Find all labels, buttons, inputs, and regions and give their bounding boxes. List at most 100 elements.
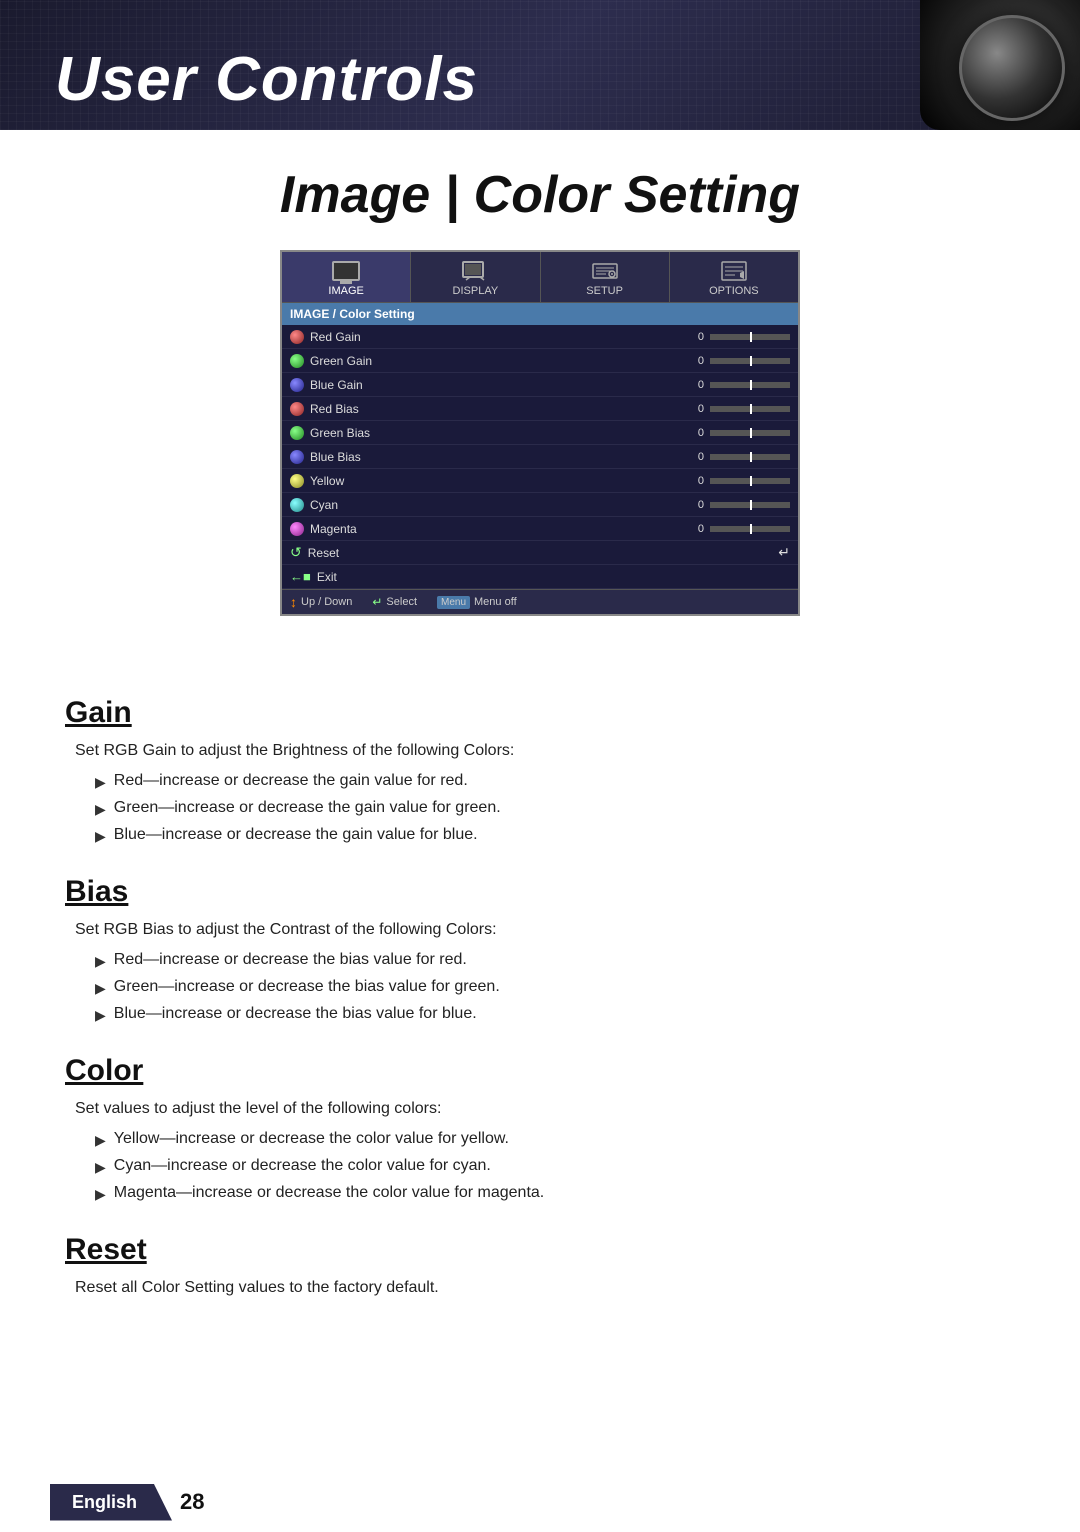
list-item: ▶ Magenta—increase or decrease the color…	[95, 1184, 1015, 1203]
green-gain-slider[interactable]	[710, 358, 790, 364]
color-section: Color Set values to adjust the level of …	[65, 1054, 1015, 1203]
blue-bias-slider[interactable]	[710, 454, 790, 460]
list-item: ▶ Blue—increase or decrease the bias val…	[95, 1005, 1015, 1024]
red-gain-slider[interactable]	[710, 334, 790, 340]
setup-icon	[590, 260, 620, 282]
menu-item-blue-bias[interactable]: Blue Bias 0	[282, 445, 798, 469]
blue-gain-slider[interactable]	[710, 382, 790, 388]
color-intro: Set values to adjust the level of the fo…	[75, 1100, 1015, 1118]
bias-bullet-green: Green—increase or decrease the bias valu…	[114, 978, 500, 996]
reset-section: Reset Reset all Color Setting values to …	[65, 1233, 1015, 1297]
gain-section: Gain Set RGB Gain to adjust the Brightne…	[65, 696, 1015, 845]
menu-tab-bar: IMAGE DISPLAY	[282, 252, 798, 303]
menu-status-bar: ↕ Up / Down ↵ Select Menu Menu off	[282, 589, 798, 614]
list-item: ▶ Blue—increase or decrease the gain val…	[95, 826, 1015, 845]
bullet-arrow-icon: ▶	[95, 1007, 106, 1024]
green-bias-value: 0	[684, 427, 704, 439]
menu-item-reset[interactable]: ↺ Reset ↵	[282, 541, 798, 565]
green-gain-label: Green Gain	[310, 354, 684, 368]
reset-intro: Reset all Color Setting values to the fa…	[75, 1279, 1015, 1297]
menu-item-red-bias[interactable]: Red Bias 0	[282, 397, 798, 421]
list-item: ▶ Yellow—increase or decrease the color …	[95, 1130, 1015, 1149]
gain-bullet-list: ▶ Red—increase or decrease the gain valu…	[95, 772, 1015, 845]
color-bullet-cyan: Cyan—increase or decrease the color valu…	[114, 1157, 491, 1175]
bullet-arrow-icon: ▶	[95, 1132, 106, 1149]
menu-section-header: IMAGE / Color Setting	[282, 303, 798, 325]
bullet-arrow-icon: ▶	[95, 801, 106, 818]
color-title: Color	[65, 1054, 1015, 1088]
bullet-arrow-icon: ▶	[95, 828, 106, 845]
menu-item-exit[interactable]: ←■ Exit	[282, 565, 798, 589]
red-bias-value: 0	[684, 403, 704, 415]
language-badge: English	[50, 1484, 172, 1521]
menu-item-blue-gain[interactable]: Blue Gain 0	[282, 373, 798, 397]
enter-icon: ↵	[778, 544, 790, 561]
red-bias-label: Red Bias	[310, 402, 684, 416]
gain-bullet-green: Green—increase or decrease the gain valu…	[114, 799, 501, 817]
bias-bullet-red: Red—increase or decrease the bias value …	[114, 951, 467, 969]
reset-icon: ↺	[290, 544, 302, 561]
bullet-arrow-icon: ▶	[95, 774, 106, 791]
green-gain-value: 0	[684, 355, 704, 367]
status-select: ↵ Select	[372, 594, 417, 610]
cyan-slider[interactable]	[710, 502, 790, 508]
menu-item-cyan[interactable]: Cyan 0	[282, 493, 798, 517]
magenta-dot	[290, 522, 304, 536]
blue-bias-dot	[290, 450, 304, 464]
page-footer: English 28	[0, 1472, 1080, 1532]
list-item: ▶ Green—increase or decrease the gain va…	[95, 799, 1015, 818]
bias-section: Bias Set RGB Bias to adjust the Contrast…	[65, 875, 1015, 1024]
tab-display-label: DISPLAY	[453, 285, 499, 297]
gain-title: Gain	[65, 696, 1015, 730]
red-bias-dot	[290, 402, 304, 416]
blue-bias-label: Blue Bias	[310, 450, 684, 464]
blue-gain-value: 0	[684, 379, 704, 391]
camera-lens-decoration	[920, 0, 1080, 130]
reset-label: Reset	[308, 546, 779, 560]
menu-label: Menu	[437, 596, 470, 609]
content-area: Gain Set RGB Gain to adjust the Brightne…	[0, 656, 1080, 1349]
language-label: English	[72, 1492, 137, 1512]
tab-setup-label: SETUP	[586, 285, 623, 297]
display-icon	[460, 260, 490, 282]
tab-setup[interactable]: SETUP	[541, 252, 670, 302]
menu-item-yellow[interactable]: Yellow 0	[282, 469, 798, 493]
cyan-value: 0	[684, 499, 704, 511]
menu-box: IMAGE DISPLAY	[280, 250, 800, 616]
status-updown: ↕ Up / Down	[290, 594, 352, 610]
list-item: ▶ Red—increase or decrease the gain valu…	[95, 772, 1015, 791]
menu-item-red-gain[interactable]: Red Gain 0	[282, 325, 798, 349]
exit-label: Exit	[317, 570, 790, 584]
tab-image[interactable]: IMAGE	[282, 252, 411, 302]
menu-item-green-gain[interactable]: Green Gain 0	[282, 349, 798, 373]
gain-bullet-blue: Blue—increase or decrease the gain value…	[114, 826, 478, 844]
cyan-label: Cyan	[310, 498, 684, 512]
red-bias-slider[interactable]	[710, 406, 790, 412]
color-bullet-yellow: Yellow—increase or decrease the color va…	[114, 1130, 509, 1148]
enter-arrow-icon: ↵	[372, 595, 382, 609]
tab-options[interactable]: OPTIONS	[670, 252, 798, 302]
page-subtitle: Image | Color Setting	[0, 165, 1080, 225]
list-item: ▶ Green—increase or decrease the bias va…	[95, 978, 1015, 997]
blue-gain-dot	[290, 378, 304, 392]
status-menuoff: Menu Menu off	[437, 594, 517, 610]
bias-title: Bias	[65, 875, 1015, 909]
yellow-slider[interactable]	[710, 478, 790, 484]
menu-item-magenta[interactable]: Magenta 0	[282, 517, 798, 541]
menu-item-green-bias[interactable]: Green Bias 0	[282, 421, 798, 445]
green-bias-slider[interactable]	[710, 430, 790, 436]
magenta-value: 0	[684, 523, 704, 535]
image-icon	[331, 260, 361, 282]
tab-display[interactable]: DISPLAY	[411, 252, 540, 302]
bullet-arrow-icon: ▶	[95, 1186, 106, 1203]
bias-bullet-list: ▶ Red—increase or decrease the bias valu…	[95, 951, 1015, 1024]
exit-icon: ←■	[290, 569, 311, 584]
tab-options-label: OPTIONS	[709, 285, 759, 297]
color-bullet-list: ▶ Yellow—increase or decrease the color …	[95, 1130, 1015, 1203]
bullet-arrow-icon: ▶	[95, 1159, 106, 1176]
list-item: ▶ Cyan—increase or decrease the color va…	[95, 1157, 1015, 1176]
magenta-slider[interactable]	[710, 526, 790, 532]
blue-bias-value: 0	[684, 451, 704, 463]
bias-intro: Set RGB Bias to adjust the Contrast of t…	[75, 921, 1015, 939]
red-gain-dot	[290, 330, 304, 344]
